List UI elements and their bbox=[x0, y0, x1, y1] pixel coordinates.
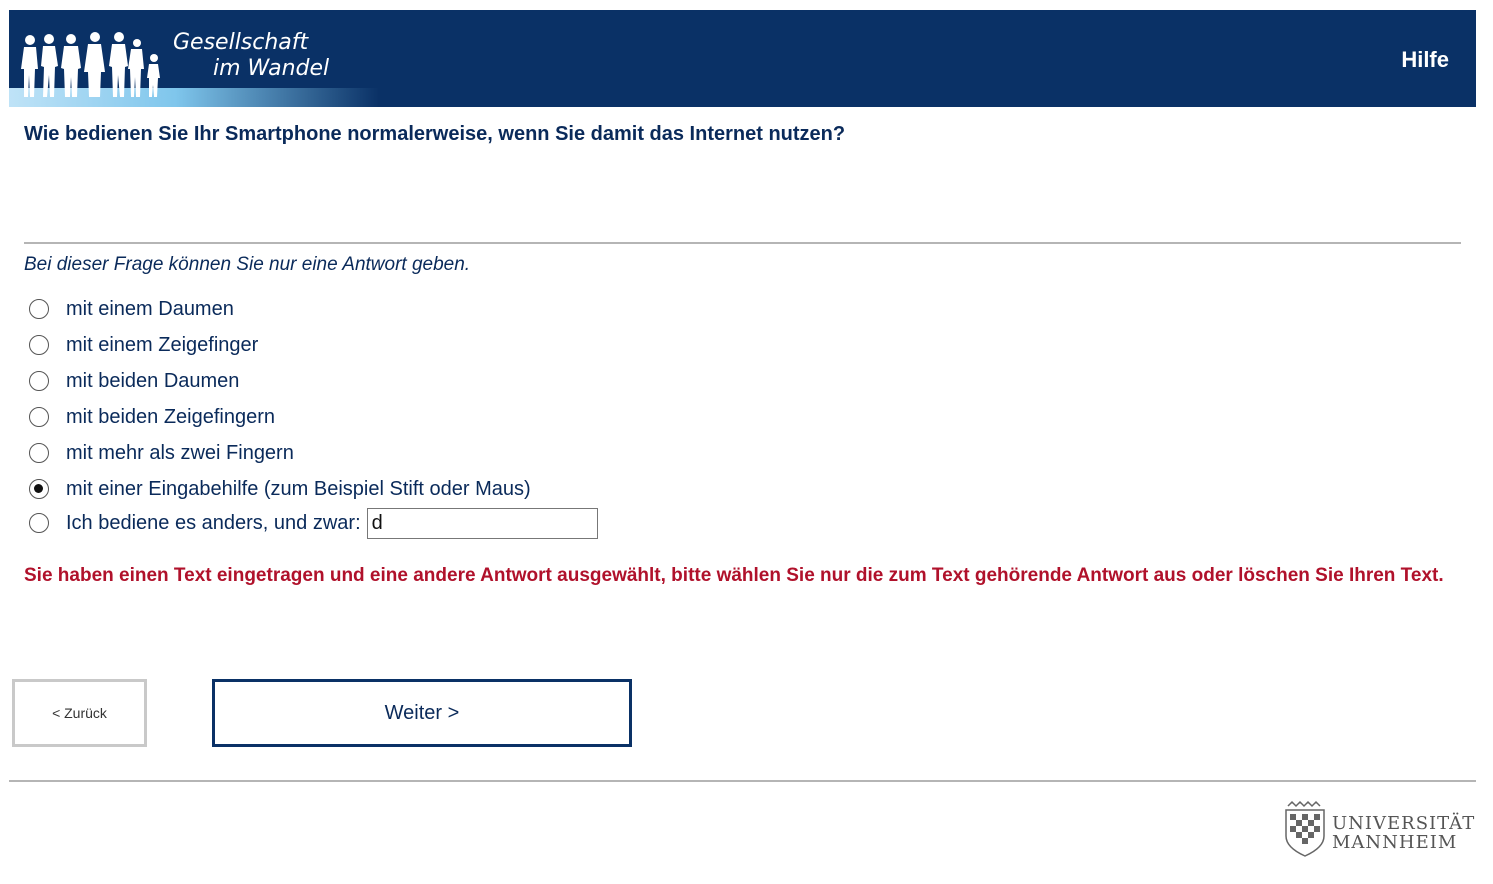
radio-button[interactable] bbox=[29, 371, 49, 391]
error-message: Sie haben einen Text eingetragen und ein… bbox=[24, 565, 1444, 586]
people-silhouettes-icon bbox=[21, 32, 160, 97]
option-label: mit mehr als zwei Fingern bbox=[66, 441, 294, 464]
logo-title-line1: Gesellschaft bbox=[173, 30, 309, 55]
option-label: mit einer Eingabehilfe (zum Beispiel Sti… bbox=[66, 477, 531, 500]
other-text-input[interactable] bbox=[366, 507, 598, 539]
universitaet-mannheim-logo: UNIVERSITÄT MANNHEIM bbox=[1280, 800, 1476, 858]
university-name: UNIVERSITÄT MANNHEIM bbox=[1332, 814, 1475, 852]
option-label: mit einem Daumen bbox=[66, 297, 234, 320]
question-instruction: Bei dieser Frage können Sie nur eine Ant… bbox=[24, 254, 471, 275]
logo-title-line2: im Wandel bbox=[213, 56, 330, 81]
university-crest-icon bbox=[1285, 800, 1325, 857]
question-text: Wie bedienen Sie Ihr Smartphone normaler… bbox=[24, 123, 846, 145]
radio-button[interactable] bbox=[29, 443, 49, 463]
radio-button[interactable] bbox=[29, 407, 49, 427]
help-link[interactable]: Hilfe bbox=[1401, 47, 1449, 73]
divider bbox=[24, 242, 1461, 244]
gesellschaft-im-wandel-logo: Gesellschaft im Wandel bbox=[9, 10, 379, 107]
footer-divider bbox=[9, 780, 1476, 782]
university-name-line2: MANNHEIM bbox=[1332, 832, 1458, 853]
logo-title: Gesellschaft im Wandel bbox=[173, 30, 329, 82]
radio-button[interactable] bbox=[29, 513, 49, 533]
back-button[interactable]: < Zurück bbox=[12, 679, 147, 747]
option-both-index-fingers[interactable]: mit beiden Zeigefingern bbox=[29, 404, 275, 430]
option-index-finger[interactable]: mit einem Zeigefinger bbox=[29, 332, 258, 358]
option-label: Ich bediene es anders, und zwar: bbox=[66, 511, 361, 534]
radio-button-selected[interactable] bbox=[29, 479, 49, 499]
university-name-line1: UNIVERSITÄT bbox=[1332, 813, 1476, 834]
option-input-aid[interactable]: mit einer Eingabehilfe (zum Beispiel Sti… bbox=[29, 476, 531, 502]
radio-button[interactable] bbox=[29, 335, 49, 355]
option-label: mit einem Zeigefinger bbox=[66, 333, 259, 356]
site-header: Gesellschaft im Wandel Hilfe bbox=[9, 10, 1476, 107]
option-thumb[interactable]: mit einem Daumen bbox=[29, 296, 234, 322]
option-more-fingers[interactable]: mit mehr als zwei Fingern bbox=[29, 440, 294, 466]
option-label: mit beiden Daumen bbox=[66, 369, 240, 392]
option-other[interactable]: Ich bediene es anders, und zwar: bbox=[29, 506, 598, 540]
radio-button[interactable] bbox=[29, 299, 49, 319]
option-label: mit beiden Zeigefingern bbox=[66, 405, 276, 428]
next-button[interactable]: Weiter > bbox=[212, 679, 632, 747]
option-both-thumbs[interactable]: mit beiden Daumen bbox=[29, 368, 239, 394]
